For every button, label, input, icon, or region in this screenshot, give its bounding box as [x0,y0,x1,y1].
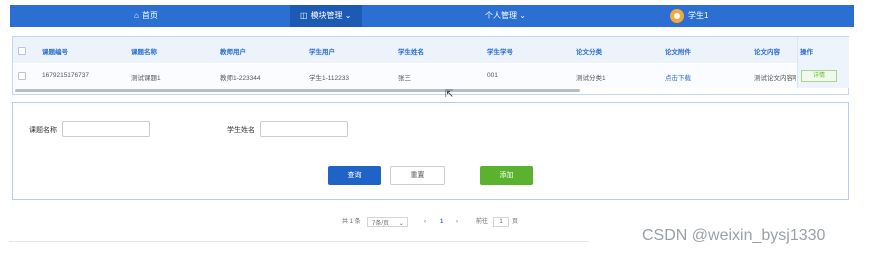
select-all-checkbox[interactable] [18,47,26,55]
divider [9,241,589,242]
total-count: 共 1 条 [342,219,361,225]
horizontal-scrollbar[interactable] [15,89,580,92]
page-size-select[interactable]: 7条/页 ⌄ [367,217,408,227]
module-icon: ◫ [300,11,308,20]
nav-home[interactable]: ⌂ 首页 [134,5,158,27]
header-teacher-user: 教师用户 [220,49,246,56]
cell-paper-category: 测试分类1 [576,75,606,82]
header-student-user: 学生用户 [309,49,335,56]
download-link[interactable]: 点击下载 [665,72,691,82]
next-page-button[interactable]: › [456,216,458,228]
nav-home-label: 首页 [141,11,158,20]
header-paper-content: 论文内容 [754,49,780,56]
header-student-no: 学生学号 [487,49,513,56]
nav-module-management[interactable]: ◫ 模块管理 ⌄ [290,5,362,27]
avatar [670,8,684,23]
student-name-input[interactable] [260,121,348,137]
home-icon: ⌂ [134,11,139,20]
cell-paper-content: 测试论文内容啊 [754,75,796,82]
reset-button[interactable]: 重置 [390,166,445,185]
user-name: 学生1 [688,11,709,20]
header-student-name: 学生姓名 [398,49,424,56]
search-form: 课题名称 学生姓名 查询 重置 添加 [12,102,849,200]
cell-course-no: 1679215176737 [42,72,89,79]
cell-student-user: 学生1-112233 [309,75,349,82]
detail-button[interactable]: 详情 [801,70,837,82]
page-unit: 页 [512,219,519,225]
nav-user[interactable]: 学生1 [670,5,708,27]
top-nav: ⌂ 首页 ◫ 模块管理 ⌄ 个人管理 ⌄ 学生1 [10,5,854,27]
watermark: CSDN @weixin_bysj1330 [642,227,826,244]
cell-teacher-user: 教师1-223344 [220,75,261,82]
cell-course-name: 测试课题1 [131,75,161,82]
header-paper-category: 论文分类 [576,49,602,56]
data-table: 课题编号 课题名称 教师用户 学生用户 学生姓名 学生学号 论文分类 论文附件 … [12,36,849,95]
header-course-no: 课题编号 [42,49,68,56]
table-row[interactable]: 1679215176737 测试课题1 教师1-223344 学生1-11223… [13,64,848,88]
course-name-label: 课题名称 [29,127,57,134]
goto-page-input[interactable]: 1 [493,217,509,227]
add-button[interactable]: 添加 [480,166,533,185]
table-header: 课题编号 课题名称 教师用户 学生用户 学生姓名 学生学号 论文分类 论文附件 … [13,37,848,63]
header-attachment: 论文附件 [665,49,691,56]
header-course-name: 课题名称 [131,49,157,56]
chevron-down-icon: ⌄ [398,221,404,227]
chevron-down-icon: ⌄ [344,11,352,20]
query-button[interactable]: 查询 [328,166,381,185]
row-checkbox[interactable] [18,72,26,80]
nav-module-label: 模块管理 [310,11,343,20]
header-operation: 操作 [800,49,813,56]
nav-personal-management[interactable]: 个人管理 ⌄ [485,5,526,27]
mouse-cursor-icon: ⇱ [445,89,454,100]
student-name-label: 学生姓名 [227,127,255,134]
course-name-input[interactable] [62,121,150,137]
cell-student-no: 001 [487,72,498,79]
current-page[interactable]: 1 [440,216,443,228]
page-size-value: 7条/页 [372,221,390,227]
cell-student-name: 张三 [398,75,411,82]
chevron-down-icon: ⌄ [519,11,526,20]
nav-personal-label: 个人管理 [485,11,517,20]
goto-label: 前往 [476,219,489,225]
prev-page-button[interactable]: ‹ [424,216,426,228]
